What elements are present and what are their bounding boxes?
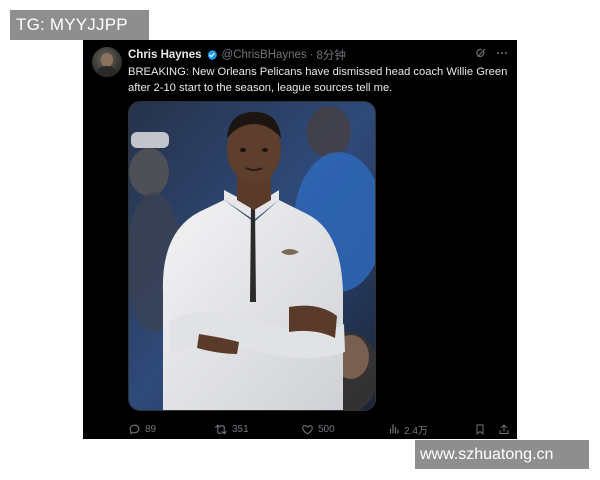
heart-icon: [301, 423, 314, 436]
watermark-top: TG: MYYJJPP: [10, 10, 149, 40]
tweet-action-bar: 89 351 500 2.4万: [128, 420, 514, 438]
header-separator: ·: [309, 49, 314, 61]
share-button[interactable]: [498, 420, 510, 438]
retweet-button[interactable]: 351: [214, 420, 249, 438]
avatar-body: [96, 66, 118, 77]
grok-icon[interactable]: [475, 47, 487, 59]
views-count: 2.4万: [404, 425, 428, 437]
tweet-timestamp[interactable]: 8分钟: [317, 47, 346, 63]
bookmark-button[interactable]: [474, 420, 486, 438]
tweet-text: BREAKING: New Orleans Pelicans have dism…: [128, 66, 508, 94]
bookmark-icon: [474, 423, 486, 436]
retweet-count: 351: [232, 423, 249, 435]
verified-badge-icon: [206, 49, 218, 61]
tweet-header: Chris Haynes @ChrisBHaynes · 8分钟: [128, 47, 346, 63]
watermark-bottom: www.szhuatong.cn: [415, 440, 589, 469]
like-button[interactable]: 500: [301, 420, 335, 438]
tweet-top-actions: [475, 47, 508, 59]
reply-button[interactable]: 89: [128, 420, 156, 438]
reply-icon: [128, 423, 141, 436]
views-chart-icon: [388, 423, 400, 435]
author-handle[interactable]: @ChrisBHaynes: [222, 49, 307, 61]
screenshot-canvas: TG: MYYJJPP Chris Haynes @ChrisBHaynes ·…: [0, 0, 600, 480]
photo-icon: [129, 102, 375, 410]
avatar[interactable]: [92, 47, 122, 77]
retweet-icon: [214, 423, 228, 436]
avatar-face: [101, 53, 113, 67]
like-count: 500: [318, 423, 335, 435]
reply-count: 89: [145, 423, 157, 435]
views-button[interactable]: 2.4万: [388, 420, 428, 438]
author-display-name[interactable]: Chris Haynes: [128, 49, 202, 61]
tweet-card[interactable]: Chris Haynes @ChrisBHaynes · 8分钟 BREAKIN…: [83, 40, 517, 439]
share-icon: [498, 423, 510, 436]
tweet-media-photo[interactable]: [128, 101, 376, 411]
more-horizontal-icon[interactable]: [496, 47, 508, 59]
